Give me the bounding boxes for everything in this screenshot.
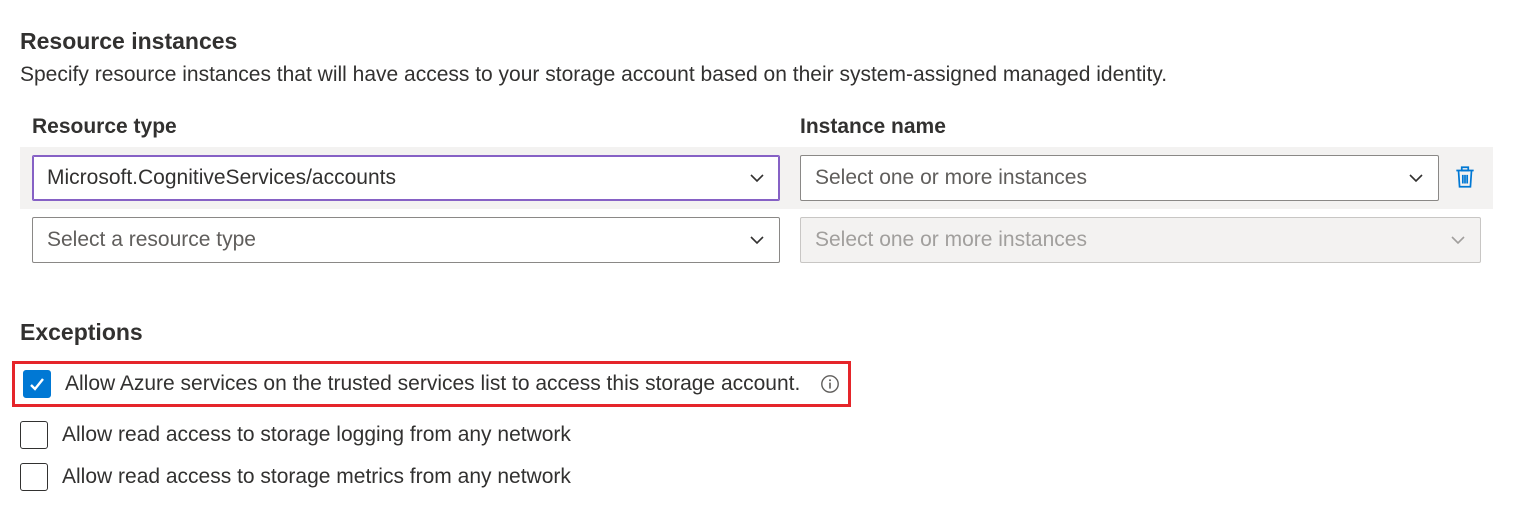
chevron-down-icon [747, 230, 767, 250]
instance-name-placeholder: Select one or more instances [815, 228, 1087, 252]
resource-type-value: Microsoft.CognitiveServices/accounts [47, 166, 396, 190]
instance-name-dropdown-disabled: Select one or more instances [800, 217, 1481, 263]
resource-row: Microsoft.CognitiveServices/accounts Sel… [20, 147, 1493, 209]
column-header-resource-type: Resource type [32, 115, 788, 139]
chevron-down-icon [1406, 168, 1426, 188]
chevron-down-icon [1448, 230, 1468, 250]
checkbox-allow-trusted-services[interactable] [23, 370, 51, 398]
resource-instances-heading: Resource instances [20, 28, 1493, 55]
highlighted-exception: Allow Azure services on the trusted serv… [12, 361, 851, 407]
trash-icon [1452, 164, 1478, 193]
exception-label: Allow read access to storage logging fro… [62, 423, 571, 447]
exception-item: Allow read access to storage logging fro… [20, 414, 1493, 456]
exception-item: Allow Azure services on the trusted serv… [20, 354, 1493, 414]
column-header-instance-name: Instance name [800, 115, 1481, 139]
checkbox-allow-logging-read[interactable] [20, 421, 48, 449]
exception-label: Allow Azure services on the trusted serv… [65, 372, 800, 396]
exception-item: Allow read access to storage metrics fro… [20, 456, 1493, 498]
info-icon[interactable] [820, 374, 840, 394]
resource-type-placeholder: Select a resource type [47, 228, 256, 252]
chevron-down-icon [747, 168, 767, 188]
instance-name-placeholder: Select one or more instances [815, 166, 1087, 190]
exception-label: Allow read access to storage metrics fro… [62, 465, 571, 489]
resource-type-dropdown[interactable]: Microsoft.CognitiveServices/accounts [32, 155, 780, 201]
instance-name-dropdown[interactable]: Select one or more instances [800, 155, 1439, 201]
resource-table-header: Resource type Instance name [20, 115, 1493, 147]
resource-row: Select a resource type Select one or mor… [20, 209, 1493, 271]
exceptions-heading: Exceptions [20, 319, 1493, 346]
checkbox-allow-metrics-read[interactable] [20, 463, 48, 491]
delete-row-button[interactable] [1449, 162, 1481, 194]
resource-instances-description: Specify resource instances that will hav… [20, 63, 1493, 87]
resource-type-dropdown[interactable]: Select a resource type [32, 217, 780, 263]
